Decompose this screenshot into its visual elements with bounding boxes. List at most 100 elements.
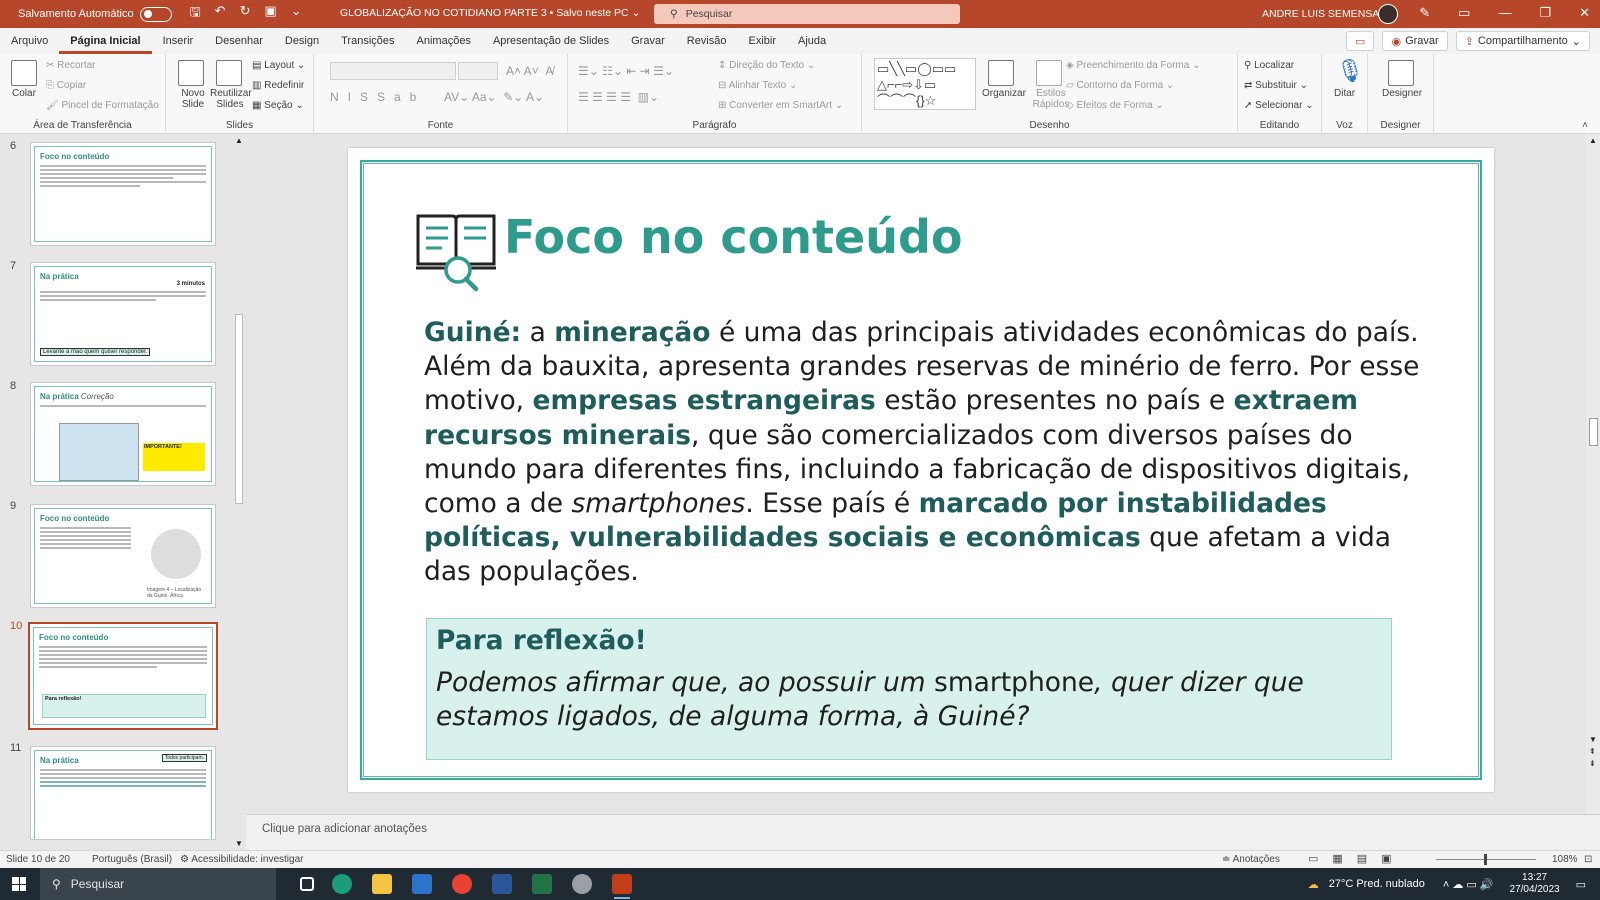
- reset-button[interactable]: ▥ Redefinir: [252, 80, 304, 91]
- zoom-level[interactable]: 108%: [1552, 854, 1578, 865]
- scroll-up-icon[interactable]: ▲: [235, 136, 243, 145]
- tab-apresentacao[interactable]: Apresentação de Slides: [482, 28, 620, 54]
- new-slide-icon[interactable]: [178, 60, 204, 86]
- slide-thumbnail-11[interactable]: Na prática Todos participam.: [30, 746, 216, 840]
- copy-button[interactable]: ⎘ Copiar: [46, 80, 86, 91]
- avatar[interactable]: [1378, 4, 1398, 24]
- slide-title[interactable]: Foco no conteúdo: [504, 210, 963, 264]
- fit-slide-icon[interactable]: ⊡: [1584, 854, 1592, 865]
- font-size-controls[interactable]: A˄ A˅ A̸: [506, 64, 553, 78]
- edge-icon[interactable]: [332, 874, 352, 894]
- scrollbar-thumb[interactable]: [1589, 418, 1598, 446]
- slide-thumbnail-7[interactable]: Na prática 3 minutos Levante a mão quem …: [30, 262, 216, 366]
- undo-icon[interactable]: ↶: [215, 3, 226, 25]
- windows-start-icon[interactable]: [12, 877, 26, 891]
- reflection-box[interactable]: Para reflexão! Podemos afirmar que, ao p…: [426, 618, 1392, 760]
- redo-icon[interactable]: ↻: [240, 3, 251, 25]
- scrollbar-thumb[interactable]: [235, 314, 243, 504]
- tab-pagina-inicial[interactable]: Página Inicial: [59, 28, 152, 54]
- zoom-slider-thumb[interactable]: [1484, 854, 1487, 865]
- alignment-buttons[interactable]: ☰ ☰ ☰ ☰ ▥⌄: [578, 90, 659, 104]
- tab-desenhar[interactable]: Desenhar: [204, 28, 274, 54]
- find-button[interactable]: ⚲ Localizar: [1244, 60, 1294, 71]
- editor-scrollbar[interactable]: ▲ ▼ ⇞ ⇟: [1586, 134, 1600, 814]
- save-icon[interactable]: 🖫: [190, 3, 201, 25]
- notes-toggle[interactable]: ≐ Anotações: [1222, 854, 1280, 865]
- font-case-buttons[interactable]: AV⌄ Aa⌄ ✎⌄ A⌄: [444, 90, 544, 104]
- app-icon[interactable]: [572, 874, 592, 894]
- tab-revisao[interactable]: Revisão: [676, 28, 738, 54]
- scroll-page-icons[interactable]: ▼ ⇞ ⇟: [1589, 734, 1597, 770]
- font-name-select[interactable]: [330, 62, 456, 80]
- word-icon[interactable]: [492, 874, 512, 894]
- text-direction-button[interactable]: ⇕ Direção do Texto ⌄: [718, 60, 815, 71]
- tray-icons[interactable]: ˄ ☁ ▭ 🔊: [1443, 878, 1494, 891]
- microphone-icon[interactable]: 🎙: [1336, 58, 1364, 84]
- tab-inserir[interactable]: Inserir: [152, 28, 205, 54]
- task-view-icon[interactable]: [300, 877, 314, 891]
- new-slide-button[interactable]: Novo Slide: [178, 88, 208, 110]
- weather-text[interactable]: 27°C Pred. nublado: [1329, 878, 1425, 890]
- arrange-button[interactable]: Organizar: [982, 88, 1026, 99]
- store-icon[interactable]: [412, 874, 432, 894]
- language[interactable]: Português (Brasil): [92, 854, 172, 865]
- notification-icon[interactable]: ▭: [1576, 878, 1586, 891]
- slide-thumbnail-6[interactable]: Foco no conteúdo: [30, 142, 216, 246]
- accessibility-status[interactable]: ⚙ Acessibilidade: investigar: [180, 854, 303, 865]
- tab-animacoes[interactable]: Animações: [406, 28, 482, 54]
- notes-pane[interactable]: Clique para adicionar anotações: [246, 814, 1600, 850]
- document-title[interactable]: GLOBALIZAÇÃO NO COTIDIANO PARTE 3 • Salv…: [340, 7, 640, 19]
- taskbar-search[interactable]: ⚲ Pesquisar: [40, 868, 276, 900]
- quick-styles-button[interactable]: Estilos Rápidos: [1032, 88, 1070, 110]
- chrome-icon[interactable]: [452, 874, 472, 894]
- thumbnail-scrollbar[interactable]: ▲ ▼: [232, 134, 246, 850]
- slide-thumbnail-8[interactable]: Na prática Correção IMPORTANTE!: [30, 382, 216, 486]
- autosave[interactable]: Salvamento Automático: [18, 6, 172, 22]
- search-box[interactable]: ⚲ Pesquisar: [654, 4, 960, 24]
- format-painter-button[interactable]: 🖌 Pincel de Formatação: [46, 100, 159, 111]
- present-icon[interactable]: ▣: [264, 3, 276, 25]
- tab-ajuda[interactable]: Ajuda: [787, 28, 837, 54]
- collapse-ribbon-icon[interactable]: ˄: [1582, 120, 1588, 131]
- list-buttons[interactable]: ☰⌄ ☷⌄ ⇤ ⇥ ☰⌄: [578, 64, 674, 78]
- tab-gravar[interactable]: Gravar: [620, 28, 676, 54]
- layout-button[interactable]: ▤ Layout ⌄: [252, 60, 305, 71]
- slide[interactable]: Foco no conteúdo Guiné: a mineração é um…: [348, 148, 1494, 792]
- section-button[interactable]: ▦ Seção ⌄: [252, 100, 304, 111]
- file-explorer-icon[interactable]: [372, 874, 392, 894]
- scroll-up-icon[interactable]: ▲: [1589, 136, 1597, 145]
- paste-button[interactable]: Colar: [12, 88, 36, 99]
- restore-icon[interactable]: ❐: [1539, 5, 1551, 21]
- slide-thumbnail-10[interactable]: Foco no conteúdo Para reflexão!: [28, 622, 218, 730]
- scroll-down-icon[interactable]: ▼: [235, 839, 243, 848]
- user-name[interactable]: ANDRE LUIS SEMENSATO: [1262, 8, 1393, 20]
- replace-button[interactable]: ⇄ Substituir ⌄: [1244, 80, 1308, 91]
- tab-design[interactable]: Design: [274, 28, 330, 54]
- share-button[interactable]: ⇪ Compartilhamento ⌄: [1455, 31, 1590, 51]
- paste-icon[interactable]: [11, 60, 37, 86]
- pen-icon[interactable]: ✎: [1419, 5, 1430, 21]
- select-button[interactable]: ➚ Selecionar ⌄: [1244, 100, 1314, 111]
- close-icon[interactable]: ✕: [1579, 5, 1590, 21]
- font-size-select[interactable]: [458, 62, 498, 80]
- ribbon-display-icon[interactable]: ▭: [1458, 5, 1470, 21]
- shape-effects-button[interactable]: ◇ Efeitos de Forma ⌄: [1066, 100, 1164, 111]
- tab-arquivo[interactable]: Arquivo: [0, 28, 59, 54]
- align-text-button[interactable]: ⊟ Alinhar Texto ⌄: [718, 80, 797, 91]
- autosave-toggle[interactable]: [139, 6, 172, 22]
- arrange-icon[interactable]: [988, 60, 1014, 86]
- customize-icon[interactable]: ⌄: [291, 3, 302, 25]
- shape-fill-button[interactable]: ◈ Preenchimento da Forma ⌄: [1066, 60, 1200, 71]
- shape-outline-button[interactable]: ▱ Contorno da Forma ⌄: [1066, 80, 1174, 91]
- cut-button[interactable]: ✂ Recortar: [46, 60, 96, 71]
- view-buttons[interactable]: ▭▦▤▣: [1308, 852, 1406, 865]
- font-format-buttons[interactable]: NISSab: [330, 90, 425, 104]
- reuse-slides-icon[interactable]: [216, 60, 242, 86]
- excel-icon[interactable]: [532, 874, 552, 894]
- dictate-button[interactable]: Ditar: [1334, 88, 1355, 99]
- powerpoint-icon[interactable]: [612, 874, 632, 899]
- record-button[interactable]: ◉ Gravar: [1382, 31, 1448, 51]
- tab-transicoes[interactable]: Transições: [330, 28, 405, 54]
- quick-styles-icon[interactable]: [1036, 60, 1062, 86]
- tab-exibir[interactable]: Exibir: [738, 28, 788, 54]
